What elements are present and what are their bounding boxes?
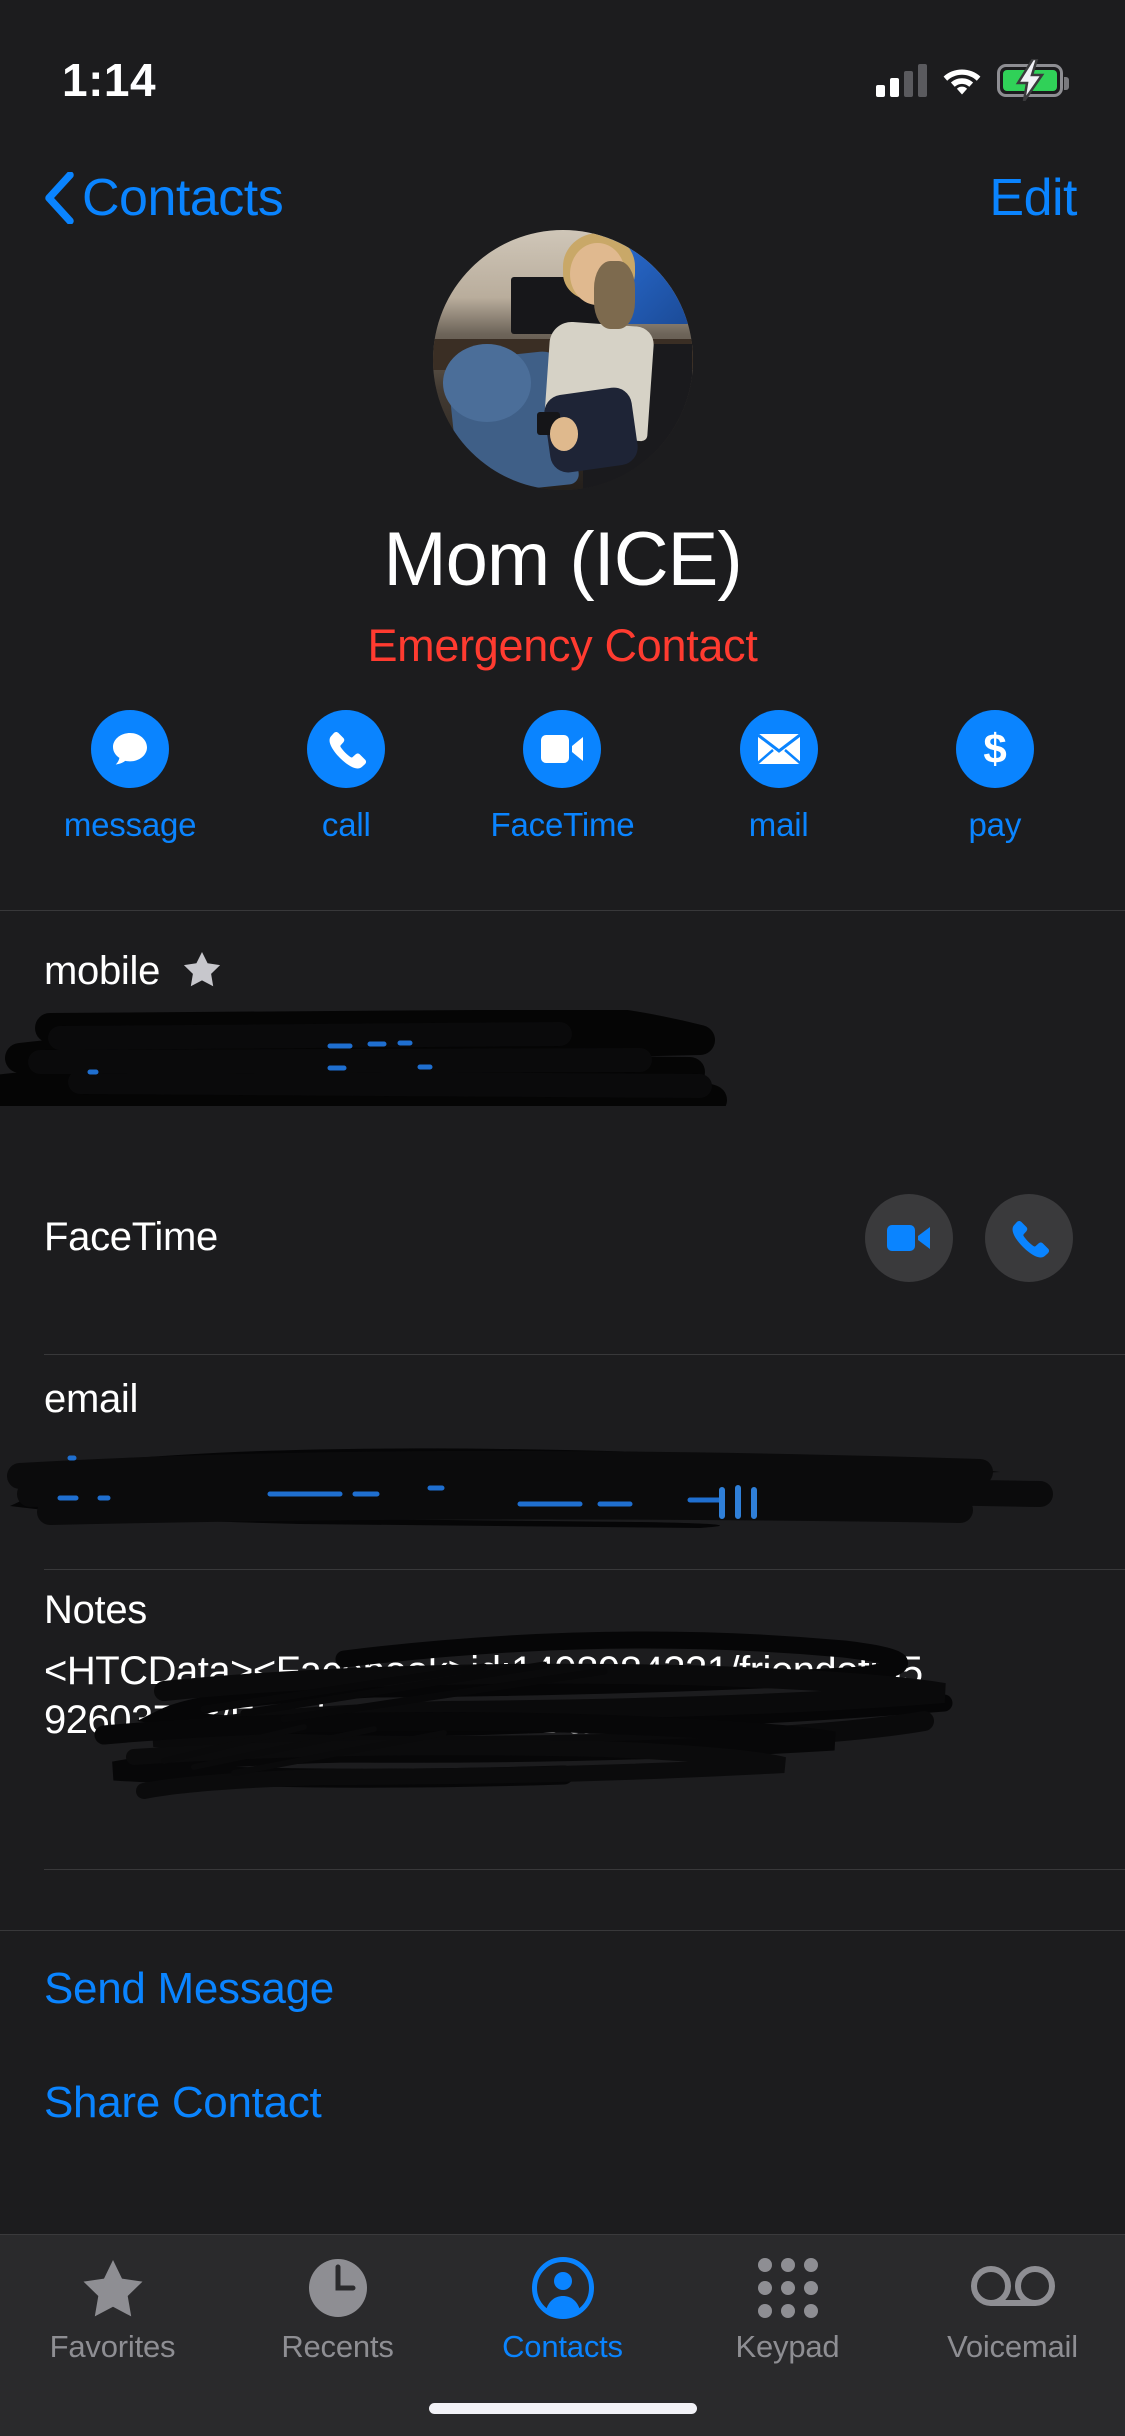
- share-contact-card: Share Contact: [0, 2045, 1125, 2160]
- contact-name: Mom (ICE): [383, 517, 742, 602]
- email-label: email: [44, 1377, 139, 1421]
- tab-voicemail-label: Voicemail: [947, 2329, 1078, 2364]
- tab-favorites[interactable]: Favorites: [0, 2257, 225, 2365]
- tab-contacts[interactable]: Contacts: [450, 2257, 675, 2365]
- back-button[interactable]: Contacts: [44, 168, 284, 228]
- status-bar: 1:14: [0, 0, 1125, 132]
- star-icon: [183, 952, 220, 987]
- mobile-label: mobile: [44, 949, 1081, 994]
- dollar-sign-icon: $: [983, 725, 1006, 772]
- wifi-icon: [941, 64, 983, 96]
- chevron-left-icon: [45, 172, 74, 224]
- tab-bar: Favorites Recents Contacts Keypad Voicem…: [0, 2234, 1125, 2436]
- tab-contacts-label: Contacts: [502, 2329, 623, 2364]
- star-icon: [83, 2260, 142, 2317]
- avatar-image: [432, 230, 693, 490]
- notes-row[interactable]: Notes <HTCData><Facebook>id:1498984321/f…: [0, 1570, 1125, 1870]
- email-row[interactable]: email: [0, 1355, 1125, 1570]
- envelope-icon: [756, 733, 801, 764]
- mobile-field-card: mobile: [0, 910, 1125, 1121]
- contact-header: Mom (ICE) Emergency Contact: [0, 230, 1125, 672]
- action-mail[interactable]: mail: [699, 710, 859, 844]
- facetime-label: FaceTime: [44, 1215, 218, 1259]
- notes-field-card: Notes <HTCData><Facebook>id:1498984321/f…: [0, 1570, 1125, 1870]
- tab-keypad[interactable]: Keypad: [675, 2257, 900, 2365]
- action-pay-label: pay: [968, 806, 1022, 843]
- video-camera-icon: [887, 1224, 930, 1251]
- phone-icon: [329, 731, 367, 769]
- quick-actions-row: message call FaceTime mail $ pay: [0, 710, 1125, 844]
- share-contact-row[interactable]: Share Contact: [0, 2045, 1125, 2160]
- tab-recents[interactable]: Recents: [225, 2257, 450, 2365]
- cellular-bars-icon: [876, 63, 927, 97]
- tab-voicemail[interactable]: Voicemail: [900, 2257, 1125, 2365]
- action-message-label: message: [63, 806, 197, 843]
- battery-charging-icon: [997, 59, 1069, 101]
- send-message-label: Send Message: [44, 1963, 334, 2013]
- email-value-redacted: [7, 1422, 1081, 1532]
- action-message[interactable]: message: [50, 710, 210, 844]
- share-contact-label: Share Contact: [44, 2077, 322, 2127]
- tab-recents-label: Recents: [281, 2329, 394, 2364]
- action-mail-label: mail: [748, 806, 809, 843]
- action-facetime[interactable]: FaceTime: [482, 710, 642, 844]
- person-circle-icon: [531, 2257, 594, 2319]
- phone-icon: [1012, 1220, 1050, 1257]
- edit-button[interactable]: Edit: [989, 168, 1081, 228]
- tab-keypad-label: Keypad: [735, 2329, 840, 2364]
- action-call[interactable]: call: [266, 710, 426, 844]
- tab-favorites-label: Favorites: [49, 2329, 176, 2364]
- notes-value: <HTCData><Facebook>id:1498984321/friendo…: [44, 1649, 923, 1742]
- facetime-row: FaceTime: [0, 1120, 1125, 1355]
- notes-label: Notes: [44, 1588, 147, 1632]
- svg-text:$: $: [983, 725, 1006, 772]
- back-button-label: Contacts: [82, 169, 284, 227]
- facetime-audio-button[interactable]: [985, 1193, 1073, 1282]
- action-facetime-label: FaceTime: [490, 806, 635, 843]
- navigation-bar: Contacts Edit: [0, 155, 1125, 241]
- mobile-value-redacted: [0, 994, 1081, 1106]
- clock-icon: [308, 2259, 367, 2317]
- video-camera-icon: [541, 735, 584, 763]
- facetime-video-button[interactable]: [865, 1193, 953, 1282]
- email-field-card: email: [0, 1355, 1125, 1570]
- contact-photo[interactable]: [432, 230, 693, 490]
- status-bar-time: 1:14: [62, 54, 157, 106]
- send-message-card: Send Message: [0, 1930, 1125, 2046]
- facetime-field-card: FaceTime: [0, 1120, 1125, 1355]
- send-message-row[interactable]: Send Message: [0, 1931, 1125, 2046]
- keypad-dots-icon: [757, 2258, 818, 2318]
- emergency-contact-label: Emergency Contact: [367, 620, 758, 671]
- mobile-row[interactable]: mobile: [0, 911, 1125, 1121]
- message-bubble-icon: [113, 733, 148, 765]
- contact-detail-screen: 1:14 Contacts Edit Mom (ICE) Emergency C…: [0, 0, 1125, 2436]
- action-pay[interactable]: $ pay: [915, 710, 1075, 844]
- voicemail-icon: [970, 2266, 1055, 2306]
- action-call-label: call: [321, 806, 371, 843]
- home-indicator[interactable]: [428, 2403, 697, 2414]
